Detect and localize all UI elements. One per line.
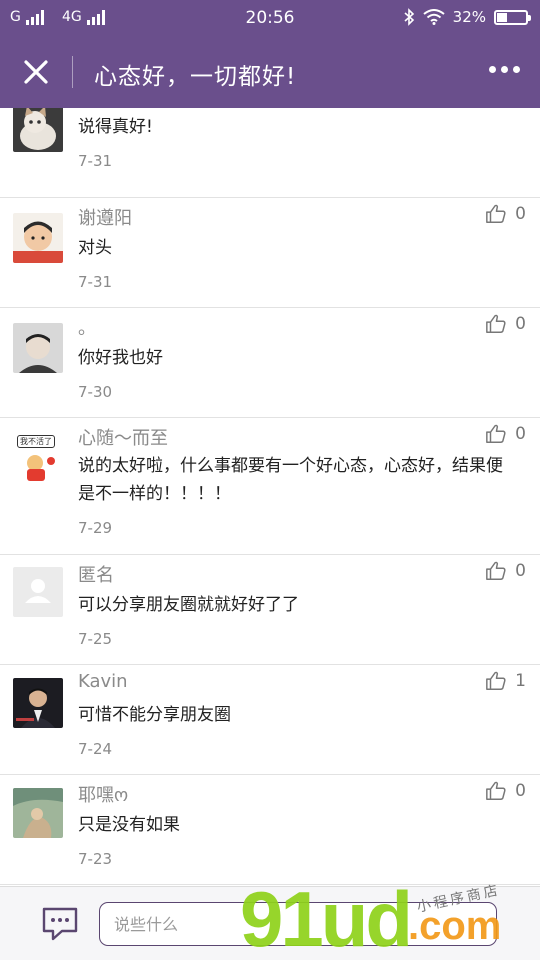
comment-item: 耶嘿ო 只是没有如果 7-23 0 xyxy=(0,775,540,885)
thumbs-up-icon xyxy=(486,781,506,800)
close-icon[interactable] xyxy=(18,54,54,90)
title-bar: 心态好，一切都好! xyxy=(0,36,540,108)
battery-percent: 32% xyxy=(452,8,486,26)
avatar[interactable] xyxy=(13,678,63,728)
comment-text: 可惜不能分享朋友圈 xyxy=(78,705,231,725)
bluetooth-icon xyxy=(404,8,414,26)
avatar[interactable] xyxy=(13,567,63,617)
comment-date: 7-31 xyxy=(78,152,113,170)
comment-date: 7-31 xyxy=(78,273,113,291)
commenter-name: 。 xyxy=(78,318,96,339)
commenter-name: 彭 xyxy=(78,108,96,110)
comment-item: 谢遵阳 对头 7-31 0 xyxy=(0,198,540,308)
status-bar: G 4G 20:56 32% xyxy=(0,0,540,36)
comment-date: 7-24 xyxy=(78,740,113,758)
wifi-icon xyxy=(423,9,445,25)
header-divider xyxy=(72,56,73,88)
comment-text: 说的太好啦，什么事都要有一个好心态，心态好，结果便是不一样的！！！！ xyxy=(78,456,503,504)
comment-item: 我不活了 心随～而至 说的太好啦，什么事都要有一个好心态，心态好，结果便是不一样… xyxy=(0,418,540,555)
commenter-name: 耶嘿ო xyxy=(78,785,129,806)
thumbs-up-icon xyxy=(486,671,506,690)
battery-icon xyxy=(494,9,531,25)
like-button[interactable]: 0 xyxy=(485,560,526,582)
like-count: 0 xyxy=(515,424,526,444)
comment-item: 匿名 可以分享朋友圈就就好好了了 7-25 0 xyxy=(0,555,540,665)
chat-bubble-icon[interactable] xyxy=(40,905,80,943)
like-count: 0 xyxy=(515,561,526,581)
avatar[interactable] xyxy=(13,788,63,838)
like-button[interactable]: 0 xyxy=(485,780,526,802)
thumbs-up-icon xyxy=(486,424,506,443)
like-button[interactable]: 0 xyxy=(485,203,526,225)
comment-text: 可以分享朋友圈就就好好了了 xyxy=(78,595,299,615)
comment-text: 对头 xyxy=(78,238,112,258)
avatar[interactable]: 我不活了 xyxy=(13,433,63,483)
comment-item: 。 你好我也好 7-30 0 xyxy=(0,308,540,418)
thumbs-up-icon xyxy=(486,204,506,223)
like-button[interactable]: 0 xyxy=(485,313,526,335)
like-count: 0 xyxy=(515,314,526,334)
comment-input-bar xyxy=(0,886,540,960)
avatar[interactable] xyxy=(13,108,63,152)
like-count: 0 xyxy=(515,781,526,801)
status-right: 32% xyxy=(403,8,531,26)
comment-date: 7-30 xyxy=(78,383,113,401)
avatar[interactable] xyxy=(13,323,63,373)
avatar[interactable] xyxy=(13,213,63,263)
more-menu-icon[interactable] xyxy=(489,66,520,73)
comment-input[interactable] xyxy=(99,902,497,946)
comment-date: 7-25 xyxy=(78,630,113,648)
comment-item: 彭 说得真好! 7-31 0 xyxy=(0,108,540,198)
like-count: 1 xyxy=(515,671,526,691)
comment-list[interactable]: 彭 说得真好! 7-31 0 谢遵阳 对头 7-31 0 xyxy=(0,108,540,886)
commenter-name: 匿名 xyxy=(78,565,114,586)
comment-text: 说得真好! xyxy=(78,117,153,137)
commenter-name: 谢遵阳 xyxy=(78,208,132,229)
comment-item: Kavin 可惜不能分享朋友圈 7-24 1 xyxy=(0,665,540,775)
comment-date: 7-23 xyxy=(78,850,113,868)
commenter-name: 心随～而至 xyxy=(78,428,168,449)
comment-date: 7-29 xyxy=(78,519,113,537)
comment-text: 只是没有如果 xyxy=(78,815,180,835)
comment-text: 你好我也好 xyxy=(78,348,163,368)
like-button[interactable]: 0 xyxy=(485,423,526,445)
like-count: 0 xyxy=(515,204,526,224)
like-button[interactable]: 1 xyxy=(485,670,526,692)
commenter-name: Kavin xyxy=(78,671,128,692)
thumbs-up-icon xyxy=(486,561,506,580)
page-title: 心态好，一切都好! xyxy=(94,64,297,90)
thumbs-up-icon xyxy=(486,314,506,333)
